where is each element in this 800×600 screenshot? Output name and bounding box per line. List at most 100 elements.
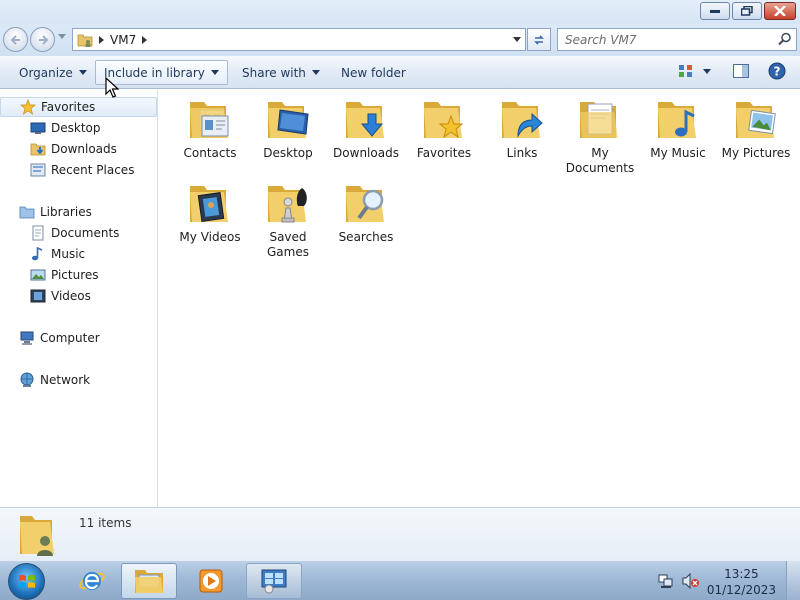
folder-item-downloads[interactable]: Downloads <box>327 96 405 161</box>
view-options-dropdown-icon[interactable] <box>703 69 711 74</box>
preview-pane-icon[interactable] <box>733 63 749 79</box>
minimize-button[interactable] <box>700 2 730 20</box>
user-folder-icon <box>77 34 93 47</box>
folder-item-saved-games[interactable]: Saved Games <box>249 180 327 260</box>
breadcrumb-chevron-icon[interactable] <box>99 35 104 44</box>
chevron-down-icon <box>210 70 219 75</box>
address-dropdown-icon[interactable] <box>513 37 521 43</box>
start-button[interactable] <box>8 563 45 600</box>
nav-pictures-label: Pictures <box>51 268 99 282</box>
share-with-button[interactable]: Share with <box>233 60 329 85</box>
saved-games-folder-icon <box>268 186 307 223</box>
chevron-down-icon <box>311 70 320 75</box>
searches-folder-icon <box>346 186 384 222</box>
show-desktop-button[interactable] <box>786 561 800 600</box>
folder-item-label: Searches <box>338 230 394 244</box>
folder-item-label: Contacts <box>183 146 237 160</box>
remote-desktop-icon <box>261 569 287 594</box>
libraries-icon <box>19 206 35 219</box>
refresh-button[interactable] <box>527 28 551 51</box>
forward-button[interactable] <box>30 27 55 52</box>
breadcrumb-chevron-icon[interactable] <box>142 35 148 44</box>
organize-label: Organize <box>19 65 73 80</box>
include-in-library-label: Include in library <box>104 65 205 80</box>
network-status-icon[interactable] <box>658 573 674 589</box>
folder-item-my-music[interactable]: My Music <box>639 96 717 161</box>
back-arrow-icon <box>10 34 20 45</box>
videos-folder-icon <box>190 186 228 222</box>
restore-button[interactable] <box>732 2 762 20</box>
nav-libraries[interactable]: Libraries <box>0 202 157 222</box>
breadcrumb-vm7[interactable]: VM7 <box>110 33 136 47</box>
caption-buttons <box>698 2 796 20</box>
taskbar-internet-explorer[interactable] <box>64 563 120 599</box>
address-bar[interactable]: VM7 <box>72 28 526 51</box>
restore-icon <box>741 6 753 16</box>
pictures-folder-icon <box>736 102 776 138</box>
media-player-icon <box>199 569 223 593</box>
recent-pages-dropdown-icon[interactable] <box>58 34 66 40</box>
pictures-icon <box>30 269 46 281</box>
system-tray: 13:25 01/12/2023 <box>650 561 800 600</box>
taskbar-remote-app[interactable] <box>246 563 302 599</box>
documents-folder-icon <box>580 102 618 138</box>
clock-time: 13:25 <box>724 567 759 581</box>
organize-button[interactable]: Organize <box>10 60 96 85</box>
nav-downloads[interactable]: Downloads <box>0 139 157 159</box>
taskbar-windows-explorer[interactable] <box>121 563 177 599</box>
file-list: Contacts Desktop Downloads Favorites Lin… <box>159 90 800 507</box>
folder-item-links[interactable]: Links <box>483 96 561 161</box>
links-folder-icon <box>502 102 543 138</box>
share-with-label: Share with <box>242 65 306 80</box>
folder-item-label: My Videos <box>179 230 241 244</box>
nav-favorites-label: Favorites <box>41 100 96 114</box>
nav-favorites[interactable]: Favorites <box>0 97 157 117</box>
volume-muted-icon[interactable] <box>682 573 700 589</box>
nav-pictures[interactable]: Pictures <box>0 265 157 285</box>
refresh-icon <box>534 34 544 45</box>
search-icon[interactable] <box>778 32 792 46</box>
clock[interactable]: 13:25 01/12/2023 <box>707 566 776 598</box>
navigation-pane: Favorites Desktop Downloads Recent Place… <box>0 90 158 507</box>
folder-item-my-pictures[interactable]: My Pictures <box>717 96 795 161</box>
contacts-folder-icon <box>190 102 229 138</box>
search-box[interactable] <box>557 28 797 51</box>
item-count: 11 items <box>79 516 132 530</box>
new-folder-button[interactable]: New folder <box>332 60 415 85</box>
nav-desktop[interactable]: Desktop <box>0 118 157 138</box>
folder-item-label: My Documents <box>565 146 635 175</box>
window-title-bar <box>0 0 800 24</box>
nav-desktop-label: Desktop <box>51 121 101 135</box>
new-folder-label: New folder <box>341 65 406 80</box>
folder-item-label: Saved Games <box>267 230 309 259</box>
nav-recent-places[interactable]: Recent Places <box>0 160 157 180</box>
folder-item-favorites[interactable]: Favorites <box>405 96 483 161</box>
folder-item-my-videos[interactable]: My Videos <box>171 180 249 245</box>
nav-documents-label: Documents <box>51 226 120 240</box>
change-view-icon[interactable] <box>678 63 694 79</box>
back-button[interactable] <box>3 27 28 52</box>
taskbar-media-player[interactable] <box>183 563 239 599</box>
star-icon <box>20 99 36 115</box>
recent-places-icon <box>30 163 46 177</box>
nav-music-label: Music <box>51 247 86 261</box>
nav-computer[interactable]: Computer <box>0 328 157 348</box>
search-input[interactable] <box>558 29 768 50</box>
windows-logo-icon <box>18 574 35 588</box>
nav-videos[interactable]: Videos <box>0 286 157 306</box>
folder-item-searches[interactable]: Searches <box>327 180 405 245</box>
downloads-folder-icon <box>346 102 384 138</box>
videos-icon <box>30 289 46 303</box>
folder-item-my-documents[interactable]: My Documents <box>561 96 639 176</box>
nav-recent-places-label: Recent Places <box>51 163 135 177</box>
nav-network[interactable]: Network <box>0 370 157 390</box>
folder-item-label: My Music <box>650 146 706 160</box>
nav-documents[interactable]: Documents <box>0 223 157 243</box>
close-button[interactable] <box>764 2 796 20</box>
help-icon[interactable]: ? <box>768 62 786 80</box>
favorites-folder-icon <box>424 102 464 139</box>
folder-item-contacts[interactable]: Contacts <box>171 96 249 161</box>
nav-music[interactable]: Music <box>0 244 157 264</box>
nav-network-label: Network <box>40 373 91 387</box>
folder-item-desktop[interactable]: Desktop <box>249 96 327 161</box>
